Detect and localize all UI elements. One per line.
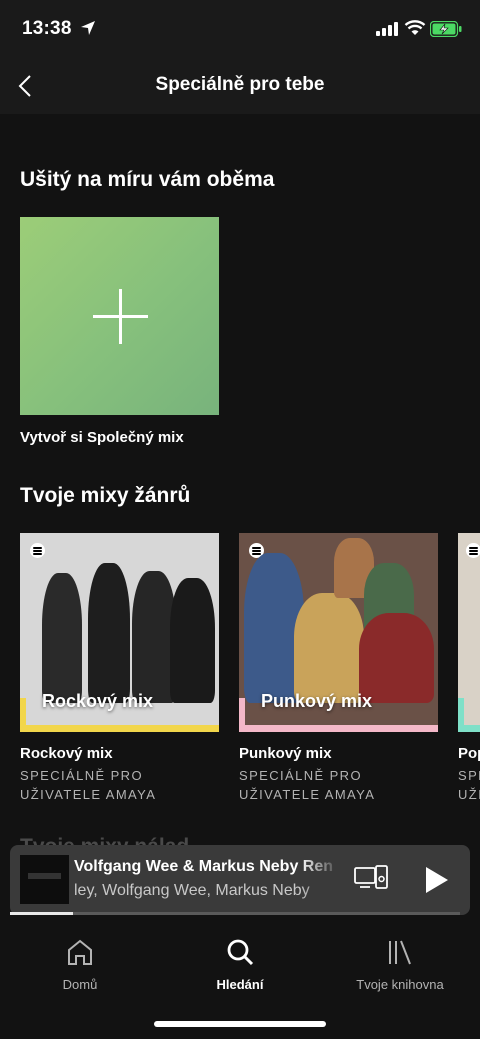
library-icon (389, 940, 411, 965)
rock-mix-subtitle-1: SPECIÁLNĚ PRO (20, 768, 143, 783)
pop-mix-subtitle-1: SPE (458, 768, 480, 783)
nav-search-label: Hledání (216, 977, 264, 992)
band-member (88, 563, 130, 703)
band-member (42, 573, 82, 703)
plus-icon-vertical (119, 289, 122, 344)
nav-search[interactable]: Hledání (170, 937, 310, 992)
punk-mix-card[interactable]: Punkový mix (239, 533, 438, 732)
status-bar: 13:38 (0, 0, 480, 58)
album-art (20, 855, 69, 904)
mix-cover-label: Rockový mix (42, 691, 154, 711)
band-member (359, 613, 434, 703)
wifi-icon (404, 20, 426, 35)
search-icon (227, 939, 254, 966)
punk-mix-title[interactable]: Punkový mix (239, 745, 332, 762)
location-arrow-icon (81, 21, 95, 35)
create-blend-caption[interactable]: Vytvoř si Společný mix (20, 429, 184, 446)
signal-icon (376, 22, 398, 36)
page-title: Speciálně pro tebe (155, 74, 325, 95)
band-member (294, 593, 364, 703)
play-icon[interactable] (418, 863, 452, 897)
battery-charging-icon (430, 21, 462, 37)
nav-library[interactable]: Tvoje knihovna (330, 937, 470, 992)
now-playing-artist: ley, Wolfgang Wee, Markus Neby (74, 882, 310, 899)
nav-home-label: Domů (62, 977, 98, 992)
rock-mix-card[interactable]: Rockový mix (20, 533, 219, 732)
pop-mix-card[interactable] (458, 533, 480, 732)
mix-accent-bar (20, 698, 26, 725)
punk-mix-subtitle-1: SPECIÁLNĚ PRO (239, 768, 362, 783)
mix-accent-strip (239, 725, 438, 732)
rock-mix-subtitle-2: UŽIVATELE AMAYA (20, 787, 157, 802)
home-icon (68, 939, 92, 965)
punk-mix-subtitle-2: UŽIVATELE AMAYA (239, 787, 376, 802)
mix-accent-strip (458, 725, 480, 732)
mix-cover-label: Punkový mix (261, 691, 373, 711)
status-time: 13:38 (22, 18, 72, 39)
spotify-logo-icon (30, 543, 45, 558)
home-indicator (154, 1021, 326, 1027)
mix-accent-bar (239, 698, 245, 725)
nav-library-label: Tvoje knihovna (356, 977, 444, 992)
now-playing-title: Volfgang Wee & Markus Neby Ren (74, 858, 334, 875)
rock-mix-title[interactable]: Rockový mix (20, 745, 113, 762)
pop-mix-subtitle-2: UŽI (458, 787, 480, 802)
now-playing-bar[interactable]: Volfgang Wee & Markus Neby Ren ley, Wolf… (10, 845, 470, 915)
blend-section-title: Ušitý na míru vám oběma (20, 168, 275, 191)
band-member (170, 578, 215, 703)
mix-accent-strip (20, 725, 219, 732)
genre-section-title: Tvoje mixy žánrů (20, 484, 191, 507)
top-header: Speciálně pro tebe (0, 58, 480, 114)
mix-accent-bar (458, 698, 464, 725)
nav-home[interactable]: Domů (10, 937, 150, 992)
connect-devices-icon[interactable] (354, 863, 388, 895)
pop-mix-title[interactable]: Pop (458, 745, 480, 762)
create-blend-card[interactable] (20, 217, 219, 415)
spotify-logo-icon (466, 543, 480, 558)
